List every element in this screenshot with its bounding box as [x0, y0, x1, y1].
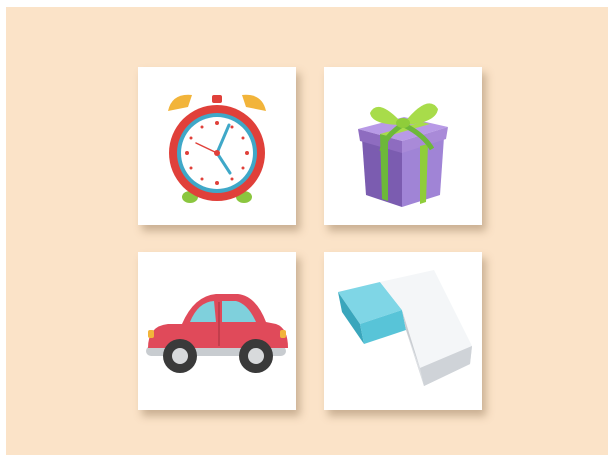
card-eraser[interactable] — [324, 252, 482, 410]
alarm-clock-icon — [168, 94, 266, 203]
game-board — [6, 7, 608, 455]
eraser-icon — [338, 270, 472, 386]
gift-box-icon — [358, 103, 448, 207]
card-car[interactable] — [138, 252, 296, 410]
card-alarm-clock[interactable] — [138, 67, 296, 225]
card-gift-box[interactable] — [324, 67, 482, 225]
car-icon — [146, 294, 288, 373]
